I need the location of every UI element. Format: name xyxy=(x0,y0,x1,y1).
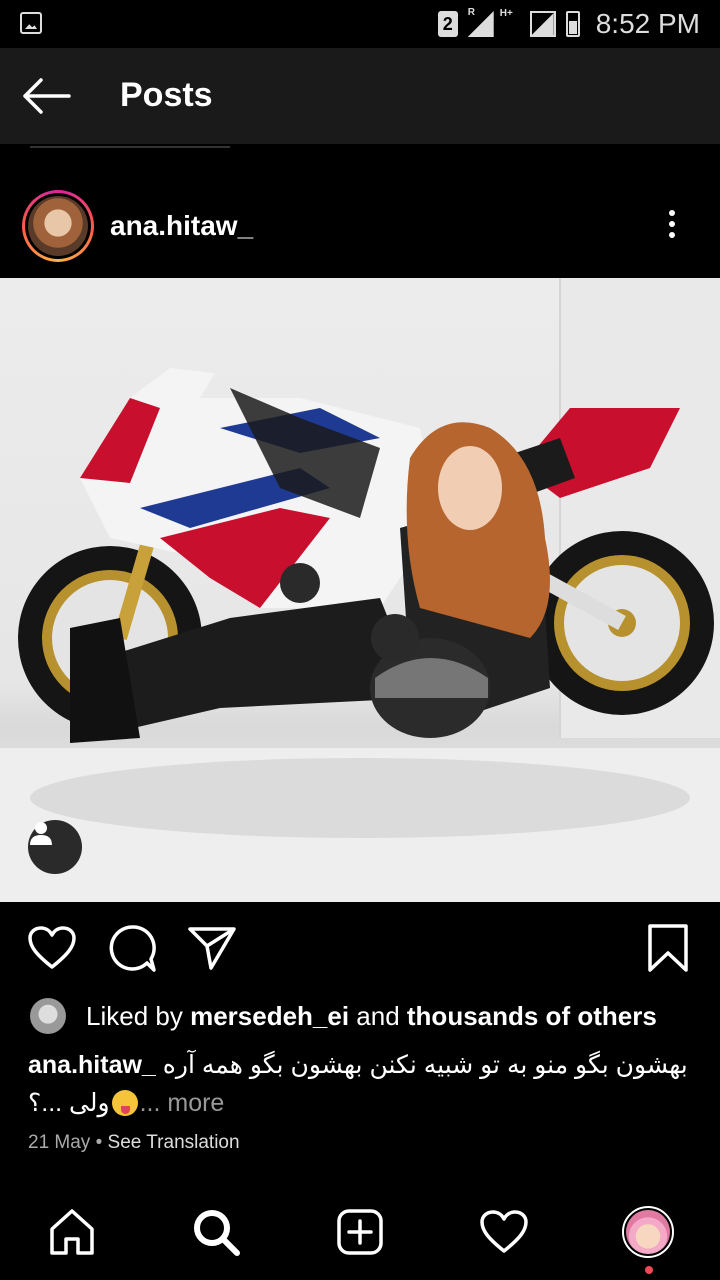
likes-text: Liked by mersedeh_ei and thousands of ot… xyxy=(86,1001,657,1032)
roaming-label: R xyxy=(467,7,475,18)
nav-new-post[interactable] xyxy=(330,1202,390,1262)
signal-icon: R xyxy=(467,7,494,37)
status-icons: 2 R H+ 8:52 PM xyxy=(437,6,700,42)
back-button[interactable] xyxy=(18,72,74,120)
bookmark-icon xyxy=(648,924,688,972)
user-tag-icon xyxy=(30,822,52,845)
add-post-icon xyxy=(337,1209,383,1255)
signal-strength-icon xyxy=(529,11,556,37)
see-translation-link[interactable]: See Translation xyxy=(108,1132,240,1153)
post-date: 21 May xyxy=(28,1132,91,1153)
save-button[interactable] xyxy=(642,922,694,974)
tongue-emoji-icon xyxy=(111,1090,138,1116)
post-author-avatar[interactable] xyxy=(22,190,94,262)
sim-indicator: 2 xyxy=(437,11,458,37)
previous-post-remnant xyxy=(30,144,240,150)
top-app-bar: Posts xyxy=(0,48,720,144)
meta-separator: • xyxy=(90,1132,108,1153)
post-caption: ana.hitaw_ بهشون بگو منو به تو شبیه نکنن… xyxy=(28,1046,688,1084)
caption-line-2: ولی ...؟ ... more xyxy=(28,1084,224,1122)
network-type-label: H+ xyxy=(499,8,513,19)
search-icon xyxy=(194,1210,240,1256)
post-meta: 21 May • See Translation xyxy=(28,1132,240,1154)
arrow-left-icon xyxy=(23,78,71,114)
caption-username[interactable]: ana.hitaw_ xyxy=(28,1051,156,1079)
paper-plane-icon xyxy=(188,927,236,970)
page-title: Posts xyxy=(120,76,213,114)
bottom-navigation xyxy=(0,1184,720,1280)
likes-prefix: Liked by xyxy=(86,1000,191,1031)
status-bar: 2 R H+ 8:52 PM xyxy=(0,0,720,48)
post-header: ana.hitaw_ xyxy=(0,144,720,278)
battery-icon xyxy=(565,11,580,37)
share-button[interactable] xyxy=(186,922,238,974)
home-icon xyxy=(50,1209,94,1255)
caption-more-link[interactable]: ... more xyxy=(140,1084,225,1122)
likes-summary[interactable]: Liked by mersedeh_ei and thousands of ot… xyxy=(30,996,657,1036)
avatar-image xyxy=(28,196,88,256)
liker-username[interactable]: mersedeh_ei xyxy=(190,1001,349,1031)
user-tags-button[interactable] xyxy=(28,820,82,874)
nav-home[interactable] xyxy=(42,1202,102,1262)
caption-text-line2: ولی ...؟ xyxy=(28,1089,110,1117)
kebab-menu-icon xyxy=(669,210,675,216)
post-options-button[interactable] xyxy=(654,204,690,244)
heart-icon xyxy=(28,926,76,969)
caption-text-line1: بهشون بگو منو به تو شبیه نکنن بهشون بگو … xyxy=(162,1051,688,1079)
activity-heart-icon xyxy=(480,1210,528,1253)
notification-dot xyxy=(645,1266,653,1274)
profile-avatar xyxy=(622,1206,674,1258)
network-type-icon: H+ xyxy=(500,9,520,37)
like-button[interactable] xyxy=(26,922,78,974)
comment-icon xyxy=(109,925,156,972)
nav-search[interactable] xyxy=(186,1202,246,1262)
nav-activity[interactable] xyxy=(474,1202,534,1262)
post-photo[interactable] xyxy=(0,278,720,902)
comment-button[interactable] xyxy=(106,922,158,974)
likes-middle: and xyxy=(349,1000,407,1031)
liker-avatar xyxy=(30,998,66,1034)
nav-profile[interactable] xyxy=(618,1202,678,1262)
post-photo-illustration xyxy=(0,278,720,902)
likes-others[interactable]: thousands of others xyxy=(407,1001,657,1031)
post-actions xyxy=(0,902,720,992)
post-author-username[interactable]: ana.hitaw_ xyxy=(110,210,253,242)
clock: 8:52 PM xyxy=(595,8,700,39)
gallery-notification-icon xyxy=(20,12,42,34)
